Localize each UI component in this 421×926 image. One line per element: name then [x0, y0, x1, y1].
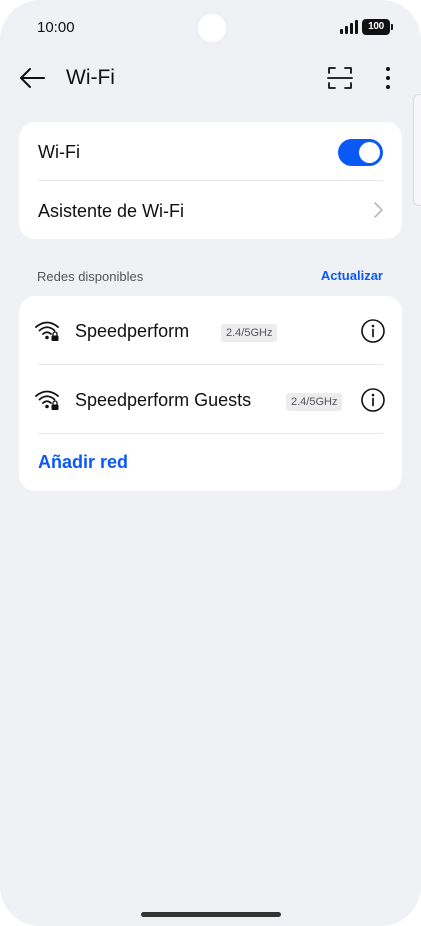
refresh-button[interactable]: Actualizar: [321, 268, 383, 283]
info-icon: [361, 388, 385, 412]
home-indicator[interactable]: [141, 912, 281, 917]
network-name: Speedperform: [75, 321, 190, 341]
more-options-button[interactable]: [374, 64, 402, 92]
wifi-toggle-row[interactable]: Wi-Fi: [19, 122, 402, 180]
status-bar: 10:00 100: [0, 0, 421, 58]
networks-card: Speedperform 2.4/5GHz Speedperform Guest…: [19, 296, 402, 491]
available-networks-header: Redes disponibles: [37, 269, 144, 284]
header: Wi-Fi: [0, 58, 421, 98]
signal-icon: [340, 20, 358, 34]
divider: [38, 433, 383, 434]
band-badge: 2.4/5GHz: [221, 324, 278, 342]
info-icon: [361, 319, 385, 343]
network-name: Speedperform Guests: [75, 390, 252, 410]
add-network-button[interactable]: Añadir red: [38, 452, 128, 473]
scan-qr-icon: [327, 67, 353, 89]
wifi-assistant-label: Asistente de Wi-Fi: [38, 201, 185, 221]
status-time: 10:00: [37, 19, 75, 36]
network-item-speedperform-guests[interactable]: Speedperform Guests 2.4/5GHz: [19, 365, 402, 433]
wifi-settings-card: Wi-Fi Asistente de Wi-Fi: [19, 122, 402, 239]
battery-icon: 100: [362, 19, 393, 35]
wifi-toggle[interactable]: [338, 139, 383, 166]
page-title: Wi-Fi: [66, 66, 115, 89]
wifi-label: Wi-Fi: [38, 142, 80, 162]
front-camera: [198, 14, 226, 42]
wifi-lock-icon: [35, 390, 59, 410]
network-info-button[interactable]: [360, 387, 386, 413]
screen: 10:00 100 Wi-Fi Wi-Fi Asistente de Wi-Fi…: [0, 0, 421, 926]
wifi-lock-icon: [35, 321, 59, 341]
network-info-button[interactable]: [360, 318, 386, 344]
toggle-knob: [359, 142, 380, 163]
back-button[interactable]: [18, 64, 46, 92]
scrollbar[interactable]: [413, 94, 421, 206]
band-badge: 2.4/5GHz: [286, 393, 343, 411]
chevron-right-icon: [374, 202, 383, 218]
arrow-left-icon: [20, 68, 45, 88]
more-vertical-icon: [386, 67, 390, 89]
scan-button[interactable]: [326, 64, 354, 92]
wifi-assistant-row[interactable]: Asistente de Wi-Fi: [19, 181, 402, 239]
network-item-speedperform[interactable]: Speedperform 2.4/5GHz: [19, 296, 402, 364]
